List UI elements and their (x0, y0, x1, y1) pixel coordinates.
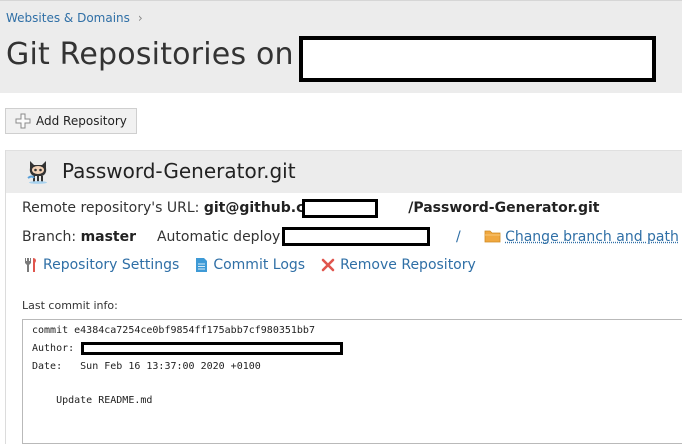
deploy-path-suffix[interactable]: / (456, 229, 461, 245)
remove-repository-button[interactable]: Remove Repository (321, 257, 476, 273)
breadcrumb: Websites & Domains › (6, 11, 143, 25)
repository-settings-label: Repository Settings (43, 257, 179, 273)
repository-settings-button[interactable]: Repository Settings (22, 257, 179, 273)
plus-icon (15, 113, 31, 129)
document-icon (195, 257, 208, 273)
redacted-github-user (302, 199, 378, 218)
commit-logs-label: Commit Logs (213, 257, 305, 273)
redacted-domain (299, 36, 656, 82)
repository-actions: Repository Settings Commit Logs Remove R… (22, 257, 492, 273)
folder-icon (484, 229, 501, 247)
github-octocat-icon (26, 158, 50, 184)
commit-date-line: Date: Sun Feb 16 13:37:00 2020 +0100 (32, 361, 261, 372)
repository-header: Password-Generator.git (6, 150, 682, 193)
remove-x-icon (321, 258, 335, 272)
tools-icon (22, 257, 38, 273)
page-header: Websites & Domains › Git Repositories on (0, 0, 682, 93)
redacted-author (81, 342, 343, 355)
commit-message-line: Update README.md (32, 395, 152, 406)
repository-name: Password-Generator.git (62, 159, 296, 183)
commit-author-line: Author: (32, 343, 74, 354)
commit-hash-line: commit e4384ca7254ce0bf9854ff175abb7cf98… (32, 325, 315, 336)
remote-url-label: Remote repository's URL: (22, 200, 199, 216)
add-repository-label: Add Repository (36, 114, 127, 128)
branch-value: master (81, 229, 136, 245)
breadcrumb-websites-domains[interactable]: Websites & Domains (6, 11, 130, 25)
change-branch-link[interactable]: Change branch and path (505, 229, 679, 245)
repository-panel: Password-Generator.git Remote repository… (5, 150, 682, 444)
branch-label: Branch: (22, 229, 76, 245)
add-repository-button[interactable]: Add Repository (5, 108, 137, 134)
remote-url-suffix: /Password-Generator.git (408, 200, 599, 216)
remove-repository-label: Remove Repository (340, 257, 476, 273)
breadcrumb-separator-icon: › (138, 11, 143, 25)
last-commit-label: Last commit info: (22, 299, 118, 312)
commit-info-box: commit e4384ca7254ce0bf9854ff175abb7cf98… (22, 319, 682, 444)
commit-logs-button[interactable]: Commit Logs (195, 257, 305, 273)
deploy-label: Automatic deploy to (157, 229, 299, 245)
page-title: Git Repositories on (6, 37, 294, 72)
redacted-deploy-path (282, 227, 430, 246)
